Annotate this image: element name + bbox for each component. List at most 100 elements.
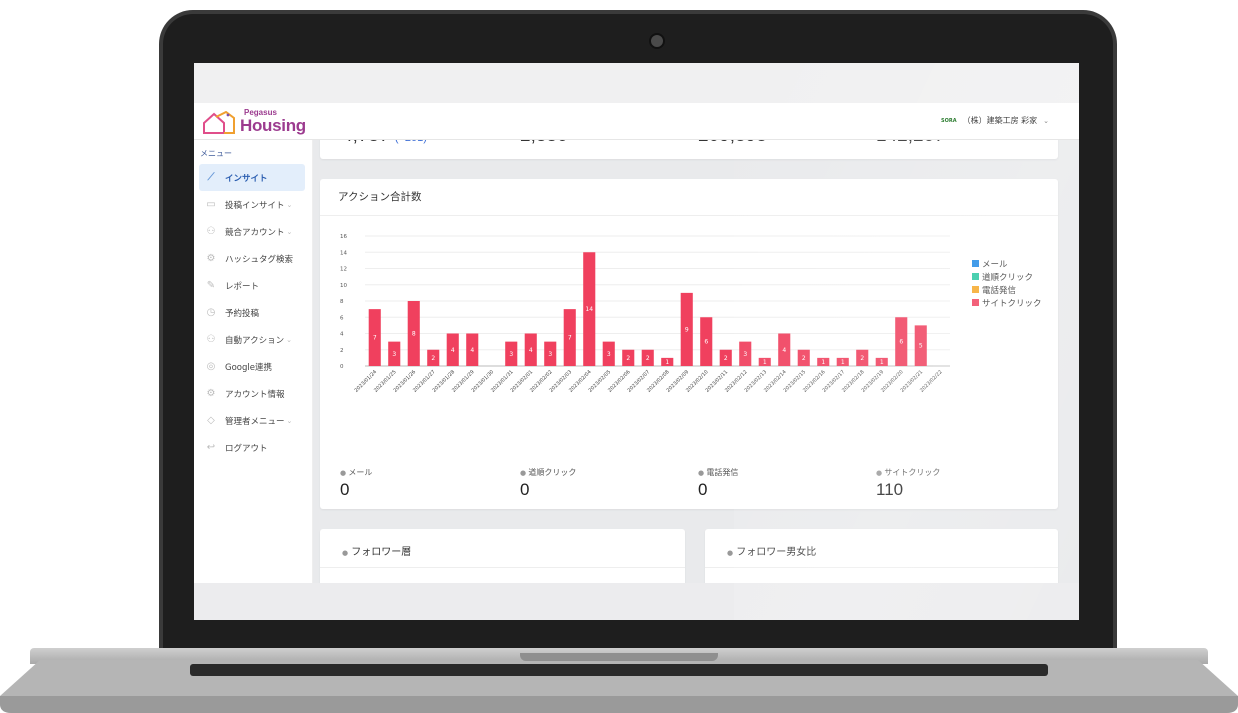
stat-label: ● メール xyxy=(340,467,372,478)
info-icon: ● xyxy=(727,549,734,557)
sidebar-item-3[interactable]: ⚙ ハッシュタグ検索 xyxy=(199,245,305,272)
action-stats: ● メール 0 ● 道順クリック 0 ● 電話発信 0 ● サイトクリック 110 xyxy=(320,467,1058,507)
y-tick-label: 12 xyxy=(340,267,347,273)
bar-data-label: 3 xyxy=(392,351,396,358)
bar-data-label: 7 xyxy=(373,335,377,342)
legend-swatch xyxy=(972,260,979,267)
clock-icon: ◷ xyxy=(206,307,216,318)
account-switcher[interactable]: SORA （株）建築工房 彩家 ⌄ xyxy=(941,115,1049,126)
bar-data-label: 4 xyxy=(782,347,786,354)
y-tick-label: 16 xyxy=(340,234,347,240)
sidebar-item-7[interactable]: ◎ Google連携 xyxy=(199,353,305,380)
company-name: （株）建築工房 彩家 xyxy=(962,116,1038,125)
chart-legend: メール道順クリック 電話発信サイトクリック xyxy=(972,257,1042,309)
legend-item[interactable]: メール xyxy=(972,257,1042,270)
sidebar-nav: ⟋ インサイト ▭ 投稿インサイト ⌄ ⚇ 競合アカウント ⌄ ⚙ ハッシュタグ検索 ✎ レポート ◷ 予… xyxy=(199,164,305,461)
stat-value: 0 xyxy=(698,480,708,499)
sidebar-item-label: 管理者メニュー xyxy=(225,416,285,427)
sidebar-item-6[interactable]: ⚇ 自動アクション ⌄ xyxy=(199,326,305,353)
bar-data-label: 4 xyxy=(470,347,474,354)
image-icon: ▭ xyxy=(206,199,216,210)
stat-label: ● 道順クリック xyxy=(520,467,576,478)
stat-label-text: メール xyxy=(348,468,373,477)
legend-label: 電話発信 xyxy=(982,285,1017,296)
y-tick-label: 6 xyxy=(340,315,344,321)
stat-label: ● サイトクリック xyxy=(876,467,940,478)
bar-data-label: 2 xyxy=(431,355,435,362)
sidebar-item-label: レポート xyxy=(225,281,260,292)
stat-label-text: サイトクリック xyxy=(884,468,941,477)
browser-top-area xyxy=(194,63,1079,103)
legend-swatch xyxy=(972,273,979,280)
legend-label: 道順クリック xyxy=(982,272,1034,283)
stat-label: ● 電話発信 xyxy=(698,467,738,478)
bar-data-label: 6 xyxy=(704,339,708,346)
y-tick-label: 4 xyxy=(340,332,344,338)
app-header: Pegasus Housing SORA （株）建築工房 彩家 ⌄ xyxy=(194,103,1079,140)
stat-block: ● メール 0 xyxy=(340,467,372,500)
bar-data-label: 1 xyxy=(763,359,767,366)
sidebar-item-5[interactable]: ◷ 予約投稿 xyxy=(199,299,305,326)
y-tick-label: 14 xyxy=(340,250,347,256)
chevron-down-icon: ⌄ xyxy=(286,200,293,209)
bar-data-label: 3 xyxy=(548,351,552,358)
sidebar-item-label: 投稿インサイト xyxy=(225,200,285,211)
gear-icon: ⚙ xyxy=(206,253,216,264)
legend-item[interactable]: 電話発信 xyxy=(972,283,1042,296)
sidebar-item-label: Google連携 xyxy=(225,362,272,373)
bar-data-label: 3 xyxy=(607,351,611,358)
legend-label: サイトクリック xyxy=(982,298,1042,309)
location-icon: ◎ xyxy=(206,361,216,372)
stat-label-text: 電話発信 xyxy=(706,468,739,477)
sidebar-item-8[interactable]: ⚙ アカウント情報 xyxy=(199,380,305,407)
legend-item[interactable]: サイトクリック xyxy=(972,296,1042,309)
sidebar-item-2[interactable]: ⚇ 競合アカウント ⌄ xyxy=(199,218,305,245)
bar-data-label: 1 xyxy=(665,359,669,366)
bar-data-label: 4 xyxy=(529,347,533,354)
chart-title: アクション合計数 xyxy=(338,191,422,203)
sidebar-item-9[interactable]: ◇ 管理者メニュー ⌄ xyxy=(199,407,305,434)
bar-data-label: 14 xyxy=(585,306,593,313)
users-icon: ⚇ xyxy=(206,226,216,237)
logo-big-text: Housing xyxy=(240,116,306,135)
sidebar-item-4[interactable]: ✎ レポート xyxy=(199,272,305,299)
action-total-card: アクション合計数 0 2 4 6 8 10 12 14 16 7 2023/01/24 3 2023/0… xyxy=(320,179,1058,509)
bar-data-label: 1 xyxy=(880,359,884,366)
bar-data-label: 1 xyxy=(821,359,825,366)
divider xyxy=(320,215,1058,216)
sidebar-item-label: ログアウト xyxy=(225,443,268,454)
sidebar-item-10[interactable]: ↩ ログアウト xyxy=(199,434,305,461)
info-icon: ● xyxy=(342,549,349,557)
stat-value: 0 xyxy=(520,480,530,499)
webcam-icon xyxy=(649,33,665,49)
users-icon: ⚇ xyxy=(206,334,216,345)
legend-item[interactable]: 道順クリック xyxy=(972,270,1042,283)
sidebar-item-label: インサイト xyxy=(225,173,268,184)
pegasus-housing-logo[interactable]: Pegasus Housing xyxy=(202,105,312,137)
bar-data-label: 2 xyxy=(802,355,806,362)
legend-swatch xyxy=(972,286,979,293)
sidebar-item-label: ハッシュタグ検索 xyxy=(225,254,294,265)
chevron-down-icon: ⌄ xyxy=(286,416,293,425)
house-logo-icon xyxy=(203,111,235,134)
stat-value: 0 xyxy=(340,480,350,499)
sidebar-item-label: 競合アカウント xyxy=(225,227,285,238)
sidebar-item-1[interactable]: ▭ 投稿インサイト ⌄ xyxy=(199,191,305,218)
stat-value: 110 xyxy=(876,480,904,499)
stat-label-text: 道順クリック xyxy=(528,468,577,477)
bar-data-label: 2 xyxy=(724,355,728,362)
stat-block: ● サイトクリック 110 xyxy=(876,467,940,500)
bar-data-label: 7 xyxy=(568,335,572,342)
edit-icon: ✎ xyxy=(206,280,216,291)
follower-gender-card: ● フォロワー男女比 xyxy=(705,529,1058,589)
sidebar-item-label: 自動アクション xyxy=(225,335,285,346)
sidebar-item-0[interactable]: ⟋ インサイト xyxy=(199,164,305,191)
screen-bottom-bar xyxy=(194,583,1079,620)
y-tick-label: 10 xyxy=(340,283,347,289)
keyboard xyxy=(190,664,1048,676)
laptop-screen: Pegasus Housing SORA （株）建築工房 彩家 ⌄ メニュー ⟋… xyxy=(194,63,1079,620)
bar-data-label: 6 xyxy=(899,339,903,346)
chevron-down-icon: ⌄ xyxy=(1043,116,1049,125)
chevron-down-icon: ⌄ xyxy=(286,227,293,236)
legend-label: メール xyxy=(982,259,1008,270)
